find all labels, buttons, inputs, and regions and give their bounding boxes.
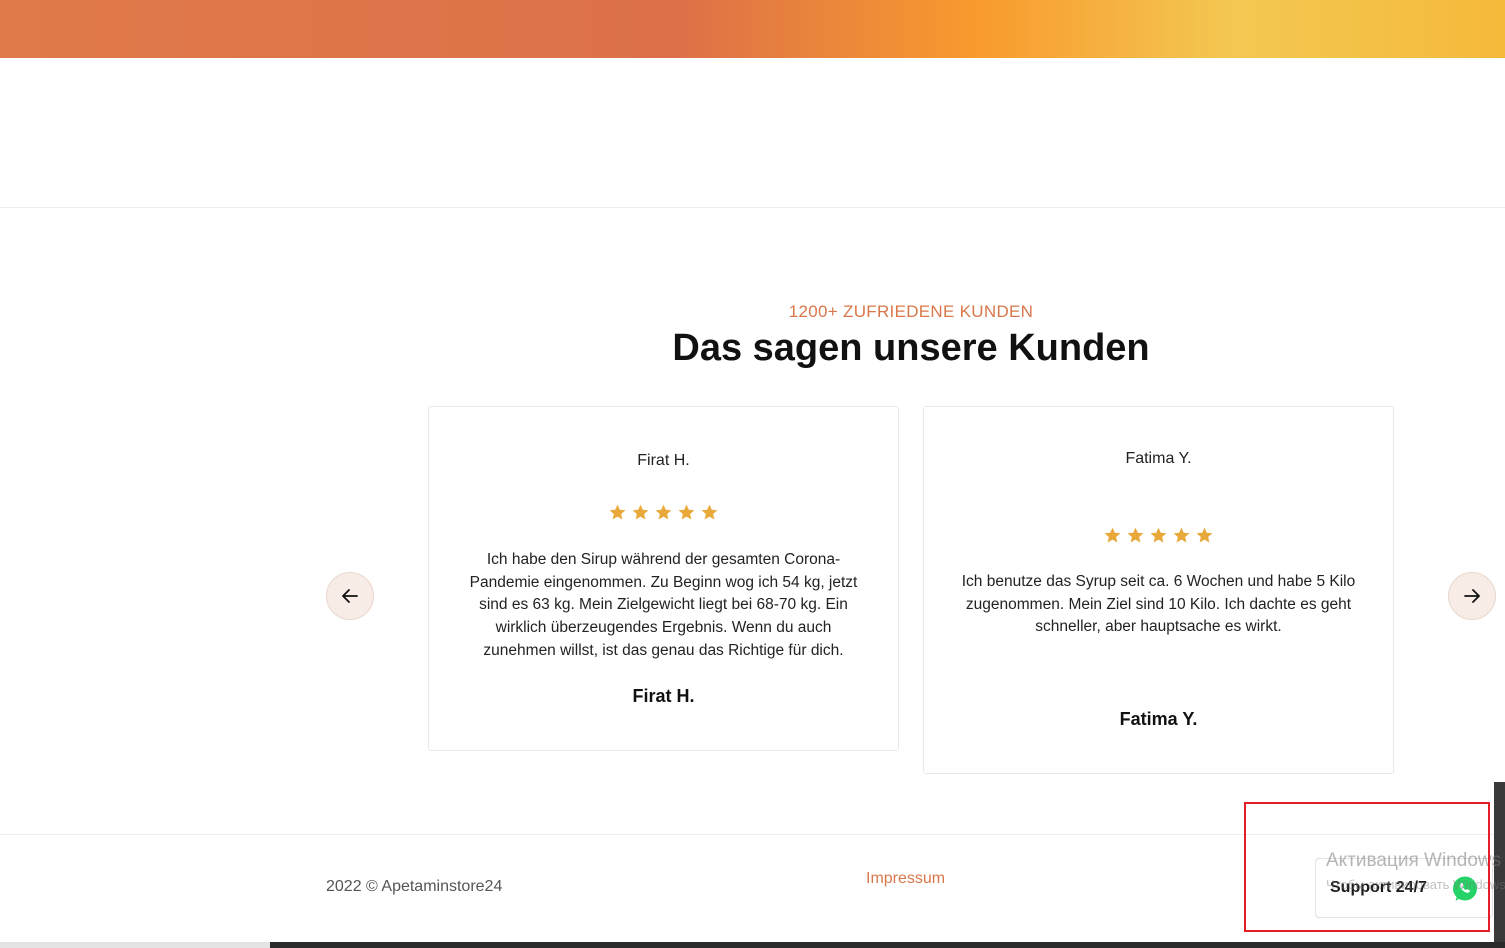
rating-stars: [924, 526, 1393, 548]
star-icon: [654, 503, 673, 522]
testimonial-name: Firat H.: [637, 452, 690, 469]
star-icon: [631, 503, 650, 522]
support-chat-button[interactable]: Support 24/7: [1315, 858, 1493, 918]
section-eyebrow: 1200+ ZUFRIEDENE KUNDEN: [788, 302, 1034, 321]
page: 1200+ ZUFRIEDENE KUNDEN Das sagen unsere…: [0, 0, 1505, 948]
star-icon: [700, 503, 719, 522]
star-icon: [1195, 526, 1214, 545]
testimonial-author: Firat H.: [632, 686, 695, 706]
support-label: Support 24/7: [1330, 879, 1427, 896]
star-icon: [1126, 526, 1145, 545]
star-icon: [608, 503, 627, 522]
testimonial-card: Fatima Y. Ich benutze das Syrup seit ca.…: [923, 406, 1394, 774]
footer-divider: [0, 834, 1505, 835]
carousel-prev-button[interactable]: [326, 572, 374, 620]
star-icon: [1103, 526, 1122, 545]
whatsapp-icon: [1451, 875, 1479, 903]
taskbar: [270, 942, 1505, 948]
bottom-bar: [0, 942, 270, 948]
star-icon: [1149, 526, 1168, 545]
testimonial-name: Fatima Y.: [1125, 450, 1192, 467]
testimonial-card: Firat H. Ich habe den Sirup während der …: [428, 406, 899, 751]
top-banner: [0, 0, 1505, 58]
footer-copyright: 2022 © Apetaminstore24: [326, 878, 503, 895]
rating-stars: [429, 503, 898, 525]
impressum-link[interactable]: Impressum: [866, 870, 945, 888]
carousel-next-button[interactable]: [1448, 572, 1496, 620]
section-heading: Das sagen unsere Kunden: [672, 327, 1150, 369]
arrow-left-icon: [340, 586, 360, 606]
star-icon: [677, 503, 696, 522]
testimonial-author: Fatima Y.: [1119, 709, 1198, 729]
star-icon: [1172, 526, 1191, 545]
header-divider: [0, 207, 1505, 208]
page-scrollbar[interactable]: [1494, 782, 1505, 942]
testimonial-quote: Ich habe den Sirup während der gesamten …: [469, 551, 858, 659]
testimonial-quote: Ich benutze das Syrup seit ca. 6 Wochen …: [961, 573, 1356, 636]
arrow-right-icon: [1462, 586, 1482, 606]
